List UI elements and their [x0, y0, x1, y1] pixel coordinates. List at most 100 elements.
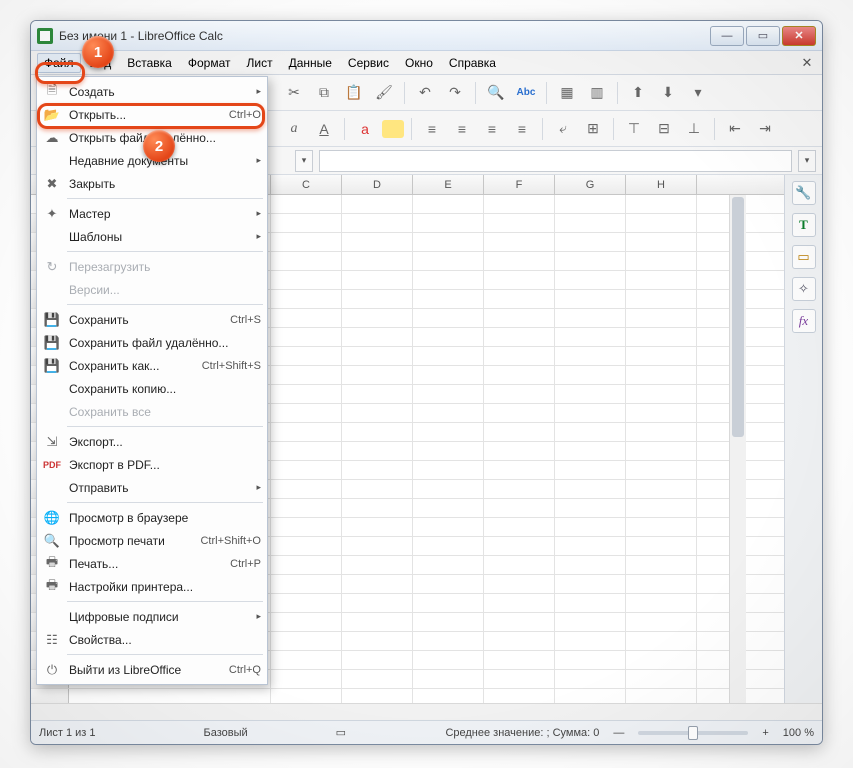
globe-icon: 🌐	[41, 509, 63, 527]
menu-wizard[interactable]: ✦Мастер▸	[39, 202, 265, 225]
status-zoom: 100 %	[783, 727, 814, 739]
menu-save-as[interactable]: 💾Сохранить как...Ctrl+Shift+S	[39, 354, 265, 377]
menu-print[interactable]: 🖶Печать...Ctrl+P	[39, 552, 265, 575]
formula-input[interactable]	[319, 150, 792, 172]
redo-icon[interactable]: ↷	[442, 80, 468, 106]
wrap-icon[interactable]: ⤶	[550, 116, 576, 142]
italic-icon[interactable]: a	[281, 116, 307, 142]
menu-save-all: Сохранить все	[39, 400, 265, 423]
indent-inc-icon[interactable]: ⇥	[752, 116, 778, 142]
menu-send[interactable]: Отправить▸	[39, 476, 265, 499]
functions-panel-icon[interactable]: fx	[792, 309, 816, 333]
underline-icon[interactable]: A	[311, 116, 337, 142]
find-icon[interactable]: 🔍	[483, 80, 509, 106]
window-controls: — ▭ ✕	[710, 26, 816, 46]
file-menu-dropdown: 🗎Создать▸ 📂Открыть...Ctrl+O ☁Открыть фай…	[36, 76, 268, 685]
valign-top-icon[interactable]: ⊤	[621, 116, 647, 142]
printer-icon: 🖶	[41, 555, 63, 573]
menu-new[interactable]: 🗎Создать▸	[39, 80, 265, 103]
callout-1: 1	[82, 36, 114, 68]
spellcheck-icon[interactable]: Abc	[513, 80, 539, 106]
printer-settings-icon: 🖶	[41, 578, 63, 596]
paste-icon[interactable]: 📋	[341, 80, 367, 106]
folder-open-icon: 📂	[41, 106, 63, 124]
menu-export-pdf[interactable]: PDFЭкспорт в PDF...	[39, 453, 265, 476]
menu-insert[interactable]: Вставка	[120, 53, 179, 73]
copy-icon[interactable]: ⧉	[311, 80, 337, 106]
zoom-slider[interactable]	[638, 731, 748, 735]
styles-panel-icon[interactable]: T	[792, 213, 816, 237]
format-paint-icon[interactable]: 🖌	[371, 80, 397, 106]
menu-help[interactable]: Справка	[442, 53, 503, 73]
font-color-icon[interactable]: a	[352, 116, 378, 142]
submenu-arrow-icon: ▸	[256, 155, 261, 166]
undo-icon[interactable]: ↶	[412, 80, 438, 106]
close-document-button[interactable]: ✕	[798, 54, 816, 72]
align-left-icon[interactable]: ≡	[419, 116, 445, 142]
menu-bar: Файл Вид Вставка Формат Лист Данные Серв…	[31, 51, 822, 75]
menu-templates[interactable]: Шаблоны▸	[39, 225, 265, 248]
formula-expand-icon[interactable]: ▾	[798, 150, 816, 172]
status-style: Базовый	[204, 727, 248, 739]
cut-icon[interactable]: ✂	[281, 80, 307, 106]
menu-printer-settings[interactable]: 🖶Настройки принтера...	[39, 575, 265, 598]
highlight-icon[interactable]	[382, 120, 404, 138]
properties-panel-icon[interactable]: 🔧	[792, 181, 816, 205]
close-doc-icon: ✖	[41, 175, 63, 193]
merge-icon[interactable]: ⊞	[580, 116, 606, 142]
menu-exit[interactable]: ⏻Выйти из LibreOfficeCtrl+Q	[39, 658, 265, 681]
status-sheet: Лист 1 из 1	[39, 727, 96, 739]
menu-save-remote[interactable]: 💾Сохранить файл удалённо...	[39, 331, 265, 354]
menu-open[interactable]: 📂Открыть...Ctrl+O	[39, 103, 265, 126]
vertical-scrollbar[interactable]	[729, 195, 746, 703]
menu-window[interactable]: Окно	[398, 53, 440, 73]
title-bar: Без имени 1 - LibreOffice Calc — ▭ ✕	[31, 21, 822, 51]
app-icon	[37, 28, 53, 44]
col-header[interactable]: C	[271, 175, 342, 194]
sort-asc-icon[interactable]: ⬆	[625, 80, 651, 106]
menu-reload: ↻Перезагрузить	[39, 255, 265, 278]
close-button[interactable]: ✕	[782, 26, 816, 46]
col-header[interactable]: F	[484, 175, 555, 194]
menu-sheet[interactable]: Лист	[239, 53, 279, 73]
menu-data[interactable]: Данные	[282, 53, 339, 73]
menu-print-preview[interactable]: 🔍Просмотр печатиCtrl+Shift+O	[39, 529, 265, 552]
status-bar: Лист 1 из 1 Базовый ▭ Среднее значение: …	[31, 720, 822, 744]
col-header[interactable]: H	[626, 175, 697, 194]
align-center-icon[interactable]: ≡	[449, 116, 475, 142]
maximize-button[interactable]: ▭	[746, 26, 780, 46]
menu-save-copy[interactable]: Сохранить копию...	[39, 377, 265, 400]
sort-desc-icon[interactable]: ⬇	[655, 80, 681, 106]
save-as-icon: 💾	[41, 357, 63, 375]
gallery-panel-icon[interactable]: ▭	[792, 245, 816, 269]
menu-tools[interactable]: Сервис	[341, 53, 396, 73]
menu-properties[interactable]: ☷Свойства...	[39, 628, 265, 651]
menu-export[interactable]: ⇲Экспорт...	[39, 430, 265, 453]
minimize-button[interactable]: —	[710, 26, 744, 46]
align-justify-icon[interactable]: ≡	[509, 116, 535, 142]
menu-format[interactable]: Формат	[181, 53, 238, 73]
col-header[interactable]: D	[342, 175, 413, 194]
submenu-arrow-icon: ▸	[256, 208, 261, 219]
menu-save[interactable]: 💾СохранитьCtrl+S	[39, 308, 265, 331]
menu-close[interactable]: ✖Закрыть	[39, 172, 265, 195]
indent-dec-icon[interactable]: ⇤	[722, 116, 748, 142]
valign-bot-icon[interactable]: ⊥	[681, 116, 707, 142]
valign-mid-icon[interactable]: ⊟	[651, 116, 677, 142]
menu-preview-browser[interactable]: 🌐Просмотр в браузере	[39, 506, 265, 529]
col-header[interactable]: G	[555, 175, 626, 194]
properties-icon: ☷	[41, 631, 63, 649]
col-icon[interactable]: ▥	[584, 80, 610, 106]
formula-dropdown-icon[interactable]: ▾	[295, 150, 313, 172]
menu-file[interactable]: Файл	[37, 53, 81, 73]
horizontal-scrollbar[interactable]	[31, 703, 822, 720]
col-header[interactable]: E	[413, 175, 484, 194]
navigator-panel-icon[interactable]: ✧	[792, 277, 816, 301]
filter-icon[interactable]: ▾	[685, 80, 711, 106]
menu-digital-sig[interactable]: Цифровые подписи▸	[39, 605, 265, 628]
wizard-icon: ✦	[41, 205, 63, 223]
align-right-icon[interactable]: ≡	[479, 116, 505, 142]
exit-icon: ⏻	[41, 661, 63, 679]
row-icon[interactable]: ▦	[554, 80, 580, 106]
submenu-arrow-icon: ▸	[256, 482, 261, 493]
